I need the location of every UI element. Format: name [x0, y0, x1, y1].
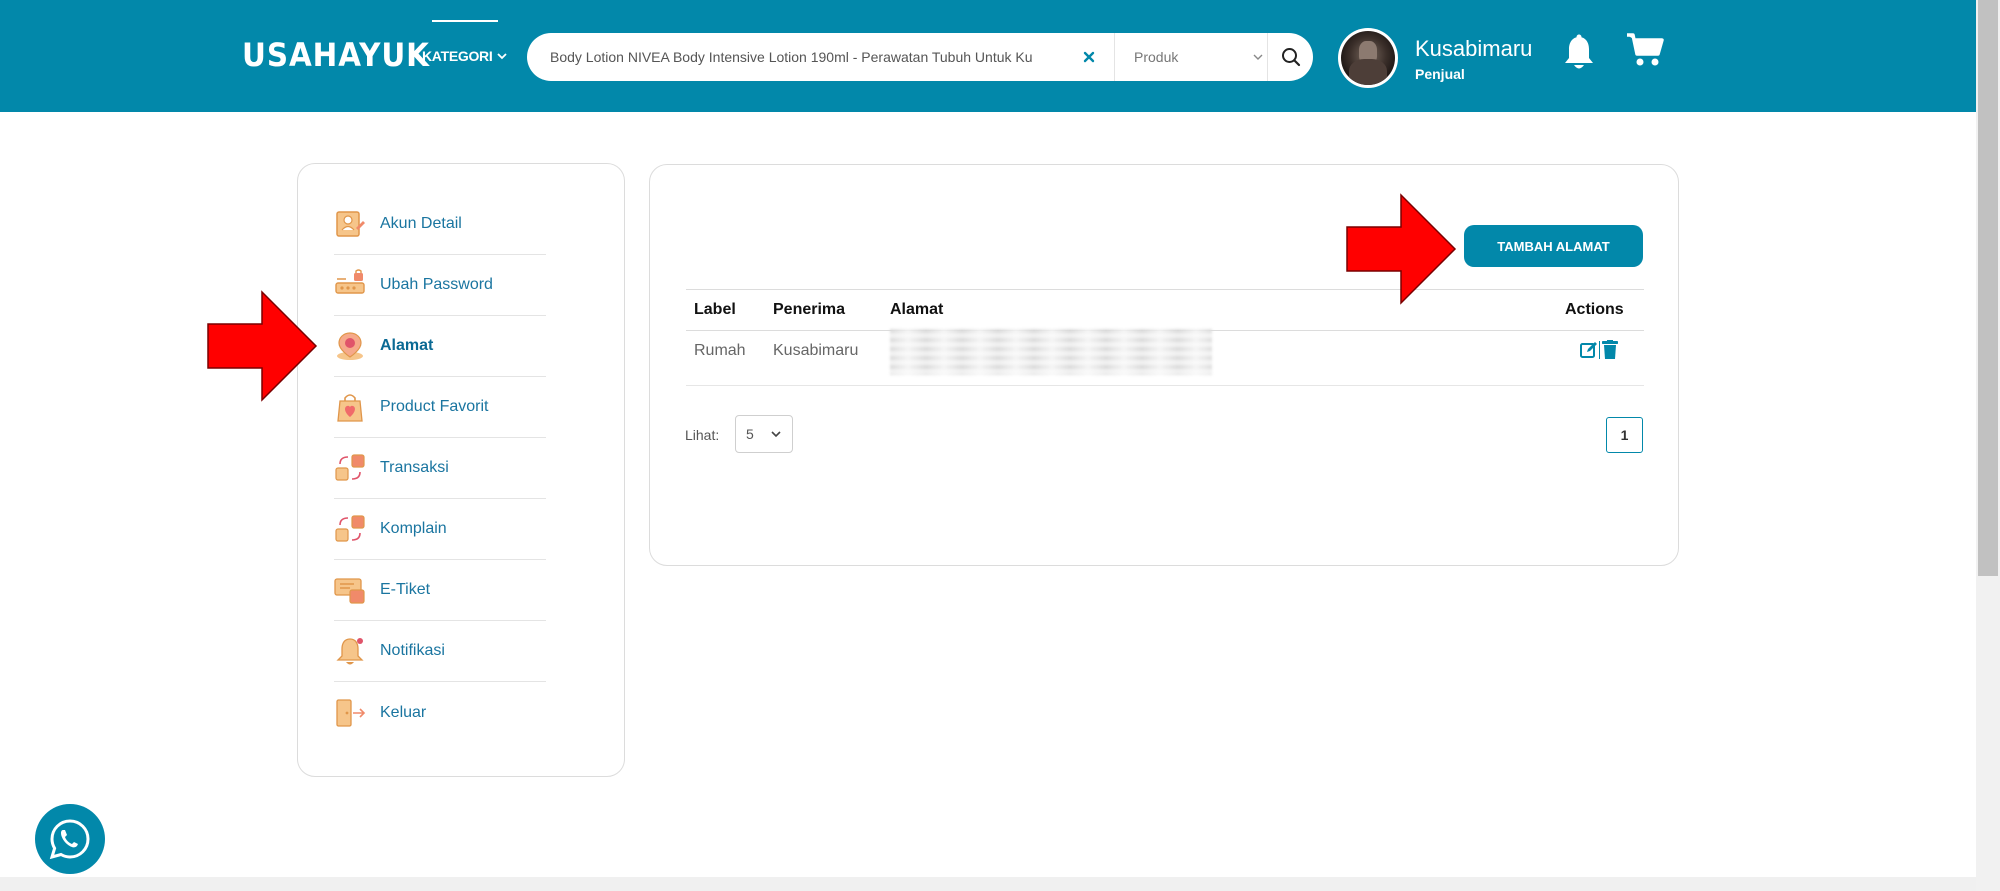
sidebar-item-transaksi[interactable]: Transaksi — [334, 438, 546, 499]
per-page-value: 5 — [746, 426, 754, 442]
favorite-product-icon — [337, 394, 363, 422]
chevron-down-icon — [771, 431, 781, 438]
address-pin-icon — [337, 332, 363, 360]
row-label-cell: Rumah — [694, 342, 746, 359]
kategori-dropdown-button[interactable]: KATEGORI — [422, 48, 508, 64]
table-header-label: Label — [694, 301, 736, 318]
table-top-border — [686, 289, 1644, 290]
sidebar-item-notifikasi[interactable]: Notifikasi — [334, 621, 546, 682]
page-scrollbar-thumb[interactable] — [1978, 0, 1998, 576]
pagination-page-button[interactable]: 1 — [1606, 417, 1643, 453]
sidebar-item-label: Transaksi — [380, 459, 449, 476]
avatar-image — [1341, 31, 1395, 85]
row-penerima-cell: Kusabimaru — [773, 342, 859, 359]
table-header-penerima: Penerima — [773, 301, 846, 318]
search-category-select[interactable]: Produk — [1134, 33, 1264, 81]
delete-trash-icon[interactable] — [1602, 340, 1618, 359]
search-category-value: Produk — [1134, 49, 1179, 65]
table-header-alamat: Alamat — [890, 301, 944, 318]
address-card: TAMBAH ALAMAT Label Penerima Alamat Acti… — [649, 164, 1679, 566]
search-bar: Produk — [527, 33, 1313, 81]
per-page-select[interactable]: 5 — [735, 415, 793, 453]
action-separator — [1599, 341, 1600, 359]
sidebar-item-label: Alamat — [380, 337, 434, 354]
sidebar-item-label: Product Favorit — [380, 398, 489, 415]
change-password-icon — [335, 269, 365, 294]
bottom-strip — [0, 877, 1976, 891]
sidebar-item-akun-detail[interactable]: Akun Detail — [334, 194, 546, 255]
sidebar-item-label: Akun Detail — [380, 215, 462, 232]
sidebar-item-alamat[interactable]: Alamat — [334, 316, 546, 377]
sidebar-item-keluar[interactable]: Keluar — [334, 682, 546, 743]
sidebar-item-komplain[interactable]: Komplain — [334, 499, 546, 560]
search-button[interactable] — [1268, 33, 1313, 81]
kategori-active-indicator — [432, 20, 498, 22]
user-name[interactable]: Kusabimaru — [1415, 36, 1532, 62]
annotation-arrow-icon — [1346, 193, 1457, 305]
chevron-down-icon — [497, 53, 508, 60]
sidebar-item-label: Ubah Password — [380, 276, 493, 293]
sidebar-item-ubah-password[interactable]: Ubah Password — [334, 255, 546, 316]
complaint-icon — [335, 515, 365, 542]
per-page-label: Lihat: — [685, 427, 720, 443]
notification-bell-icon — [336, 638, 364, 665]
transaction-icon — [335, 454, 365, 481]
tambah-alamat-button[interactable]: TAMBAH ALAMAT — [1464, 225, 1643, 267]
top-navbar: USAHAYUK KATEGORI Produk Kusabimaru Penj… — [0, 0, 1976, 112]
sidebar-item-label: Keluar — [380, 703, 427, 721]
shopping-cart-icon[interactable] — [1626, 32, 1664, 68]
whatsapp-chat-button[interactable] — [35, 804, 105, 874]
sidebar-item-product-favorit[interactable]: Product Favorit — [334, 377, 546, 438]
user-avatar[interactable] — [1338, 28, 1398, 88]
edit-icon[interactable] — [1580, 341, 1598, 359]
clear-search-icon[interactable] — [1079, 47, 1099, 67]
account-detail-icon — [336, 211, 365, 237]
search-icon — [1281, 48, 1300, 67]
site-logo[interactable]: USAHAYUK — [242, 36, 430, 74]
table-header-actions: Actions — [1565, 301, 1624, 318]
row-alamat-blurred — [890, 329, 1212, 375]
sidebar-item-label: Komplain — [380, 520, 447, 537]
user-role: Penjual — [1415, 66, 1465, 82]
whatsapp-icon — [49, 819, 90, 860]
search-divider — [1114, 33, 1115, 81]
sidebar-item-label: E-Tiket — [380, 581, 431, 598]
kategori-label: KATEGORI — [422, 48, 493, 64]
search-input[interactable] — [550, 33, 1100, 81]
table-bottom-border — [686, 385, 1644, 386]
sidebar-item-e-tiket[interactable]: E-Tiket — [334, 560, 546, 621]
e-ticket-icon — [334, 578, 365, 604]
notification-bell-icon[interactable] — [1562, 34, 1596, 72]
annotation-arrow-icon — [207, 290, 318, 402]
account-sidebar: Akun Detail Ubah Password Alamat Product… — [297, 163, 625, 777]
sidebar-item-label: Notifikasi — [380, 642, 445, 659]
logout-door-icon — [336, 698, 366, 727]
chevron-down-icon — [1253, 54, 1263, 60]
